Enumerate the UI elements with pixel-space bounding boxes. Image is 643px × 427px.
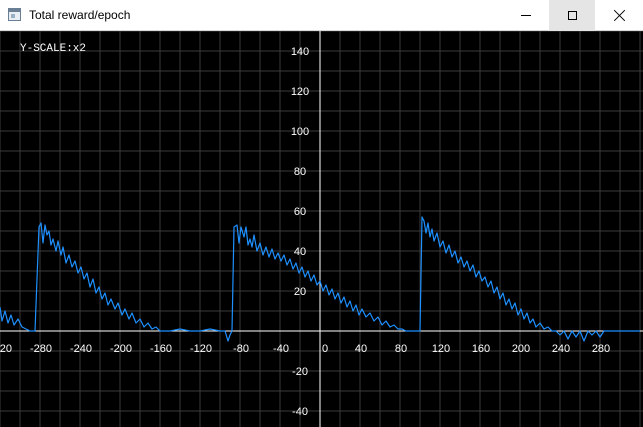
y-tick-label: 20 xyxy=(294,286,306,298)
x-tick-label: 240 xyxy=(552,343,570,355)
x-tick-label: -80 xyxy=(233,343,249,355)
y-tick-label: 120 xyxy=(291,86,309,98)
x-tick-label: 0 xyxy=(322,343,328,355)
y-tick-label: 60 xyxy=(294,206,306,218)
x-tick-label: 280 xyxy=(592,343,610,355)
y-tick-label: 100 xyxy=(291,126,309,138)
x-tick-label: 80 xyxy=(395,343,407,355)
title-bar[interactable]: Total reward/epoch xyxy=(0,0,643,31)
x-tick-label: -200 xyxy=(110,343,132,355)
y-tick-label: 80 xyxy=(294,166,306,178)
x-tick-label: 200 xyxy=(512,343,530,355)
y-tick-label: 40 xyxy=(294,246,306,258)
x-tick-label: 40 xyxy=(355,343,367,355)
close-icon xyxy=(614,10,626,22)
grid-lines xyxy=(0,31,643,427)
y-tick-label: -20 xyxy=(292,366,308,378)
x-tick-label: -160 xyxy=(150,343,172,355)
close-button[interactable] xyxy=(597,0,643,31)
x-tick-label: -120 xyxy=(190,343,212,355)
app-window-icon xyxy=(8,8,21,21)
x-tick-labels: -320 -280 -240 -200 -160 -120 -80 -40 0 40 80 120 16… xyxy=(0,343,610,355)
y-tick-label: -40 xyxy=(292,406,308,418)
y-tick-label: 140 xyxy=(291,46,309,58)
y-scale-label: Y-SCALE:x2 xyxy=(20,43,86,55)
x-tick-label: -320 xyxy=(0,343,12,355)
minimize-button[interactable] xyxy=(503,0,549,31)
maximize-button[interactable] xyxy=(549,0,595,31)
x-tick-label: -280 xyxy=(30,343,52,355)
x-tick-label: -40 xyxy=(273,343,289,355)
x-tick-label: -240 xyxy=(70,343,92,355)
x-tick-label: 120 xyxy=(432,343,450,355)
minimize-icon xyxy=(521,15,531,16)
maximize-icon xyxy=(567,11,577,20)
window-title: Total reward/epoch xyxy=(29,8,131,22)
axes xyxy=(0,31,643,427)
app-window: Total reward/epoch -320-280-240-200-160-… xyxy=(0,0,643,427)
plot-area: -320 -280 -240 -200 -160 -120 -80 -40 0 40 80 120 16… xyxy=(0,31,643,427)
reward-chart: -320 -280 -240 -200 -160 -120 -80 -40 0 40 80 120 16… xyxy=(0,31,643,427)
x-tick-label: 160 xyxy=(472,343,490,355)
